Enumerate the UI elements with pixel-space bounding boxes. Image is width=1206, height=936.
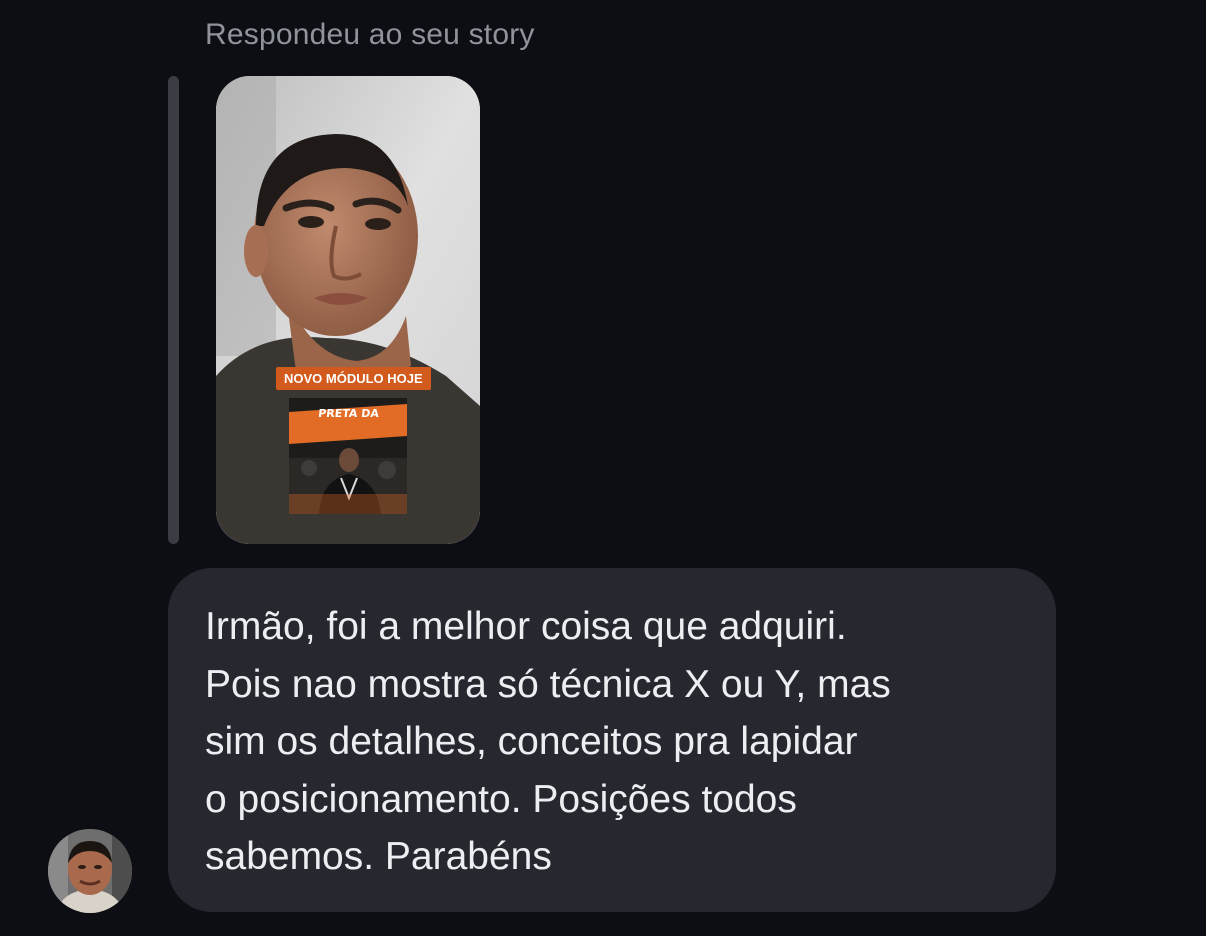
message-text: Irmão, foi a melhor coisa que adquiri. P… (205, 605, 891, 878)
message-bubble[interactable]: Irmão, foi a melhor coisa que adquiri. P… (168, 568, 1056, 912)
story-reply-caption: Respondeu ao seu story (205, 18, 535, 51)
course-thumbnail: PRETA DA MEIA GUARDA (289, 398, 407, 514)
user-avatar-icon (48, 829, 132, 913)
dm-thread: Respondeu ao seu story NOVO MÓDULO HOJE … (0, 0, 1206, 936)
story-preview[interactable]: NOVO MÓDULO HOJE PRETA DA MEIA GUARDA (216, 76, 480, 544)
new-module-badge: NOVO MÓDULO HOJE (276, 367, 431, 390)
course-title-line2: MEIA GUARDA (303, 418, 392, 431)
sender-avatar[interactable] (48, 829, 132, 913)
reply-quote-bar (168, 76, 179, 544)
course-title: PRETA DA MEIA GUARDA (289, 407, 407, 431)
